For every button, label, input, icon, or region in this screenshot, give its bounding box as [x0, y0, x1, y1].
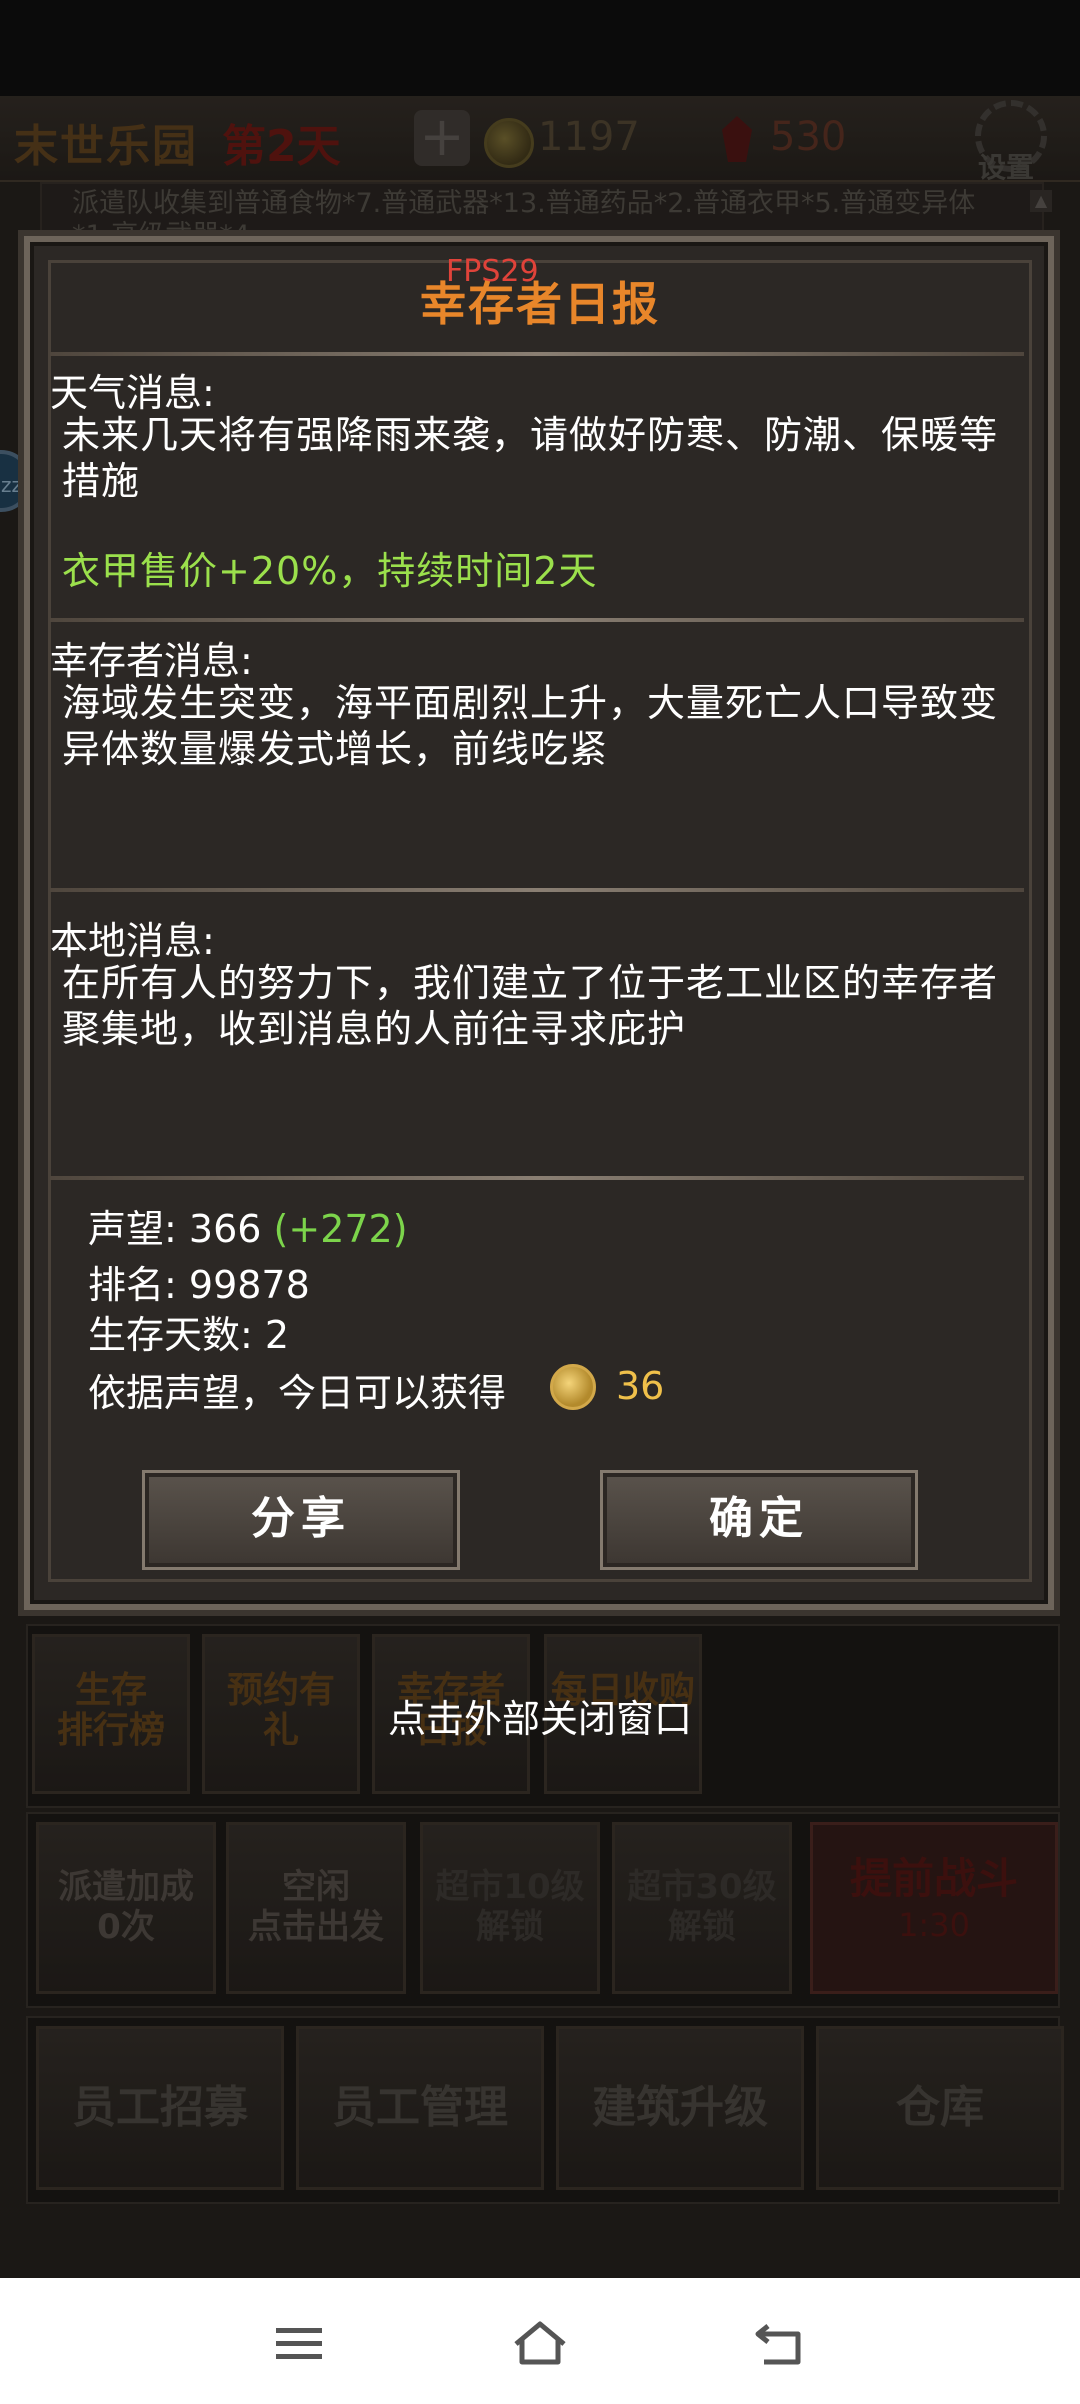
weather-heading: 天气消息: — [50, 371, 215, 415]
rank-stat: 排名: 99878 — [88, 1254, 310, 1309]
divider — [50, 1176, 1024, 1180]
reward-label: 依据声望，今日可以获得 — [88, 1371, 507, 1415]
survivor-heading: 幸存者消息: — [50, 639, 253, 683]
survival-days-stat: 生存天数: 2 — [88, 1304, 289, 1359]
divider — [50, 888, 1024, 892]
coin-icon — [550, 1364, 596, 1410]
rank-value: 99878 — [188, 1263, 310, 1307]
home-icon[interactable] — [510, 2318, 570, 2368]
local-heading: 本地消息: — [50, 919, 215, 963]
reputation-label: 声望: — [88, 1207, 177, 1251]
days-value: 2 — [264, 1313, 290, 1357]
rank-label: 排名: — [88, 1263, 177, 1307]
back-icon[interactable] — [750, 2318, 810, 2368]
reputation-gain: (+272) — [273, 1207, 408, 1251]
reward-value: 36 — [616, 1364, 665, 1408]
share-button[interactable]: 分享 — [142, 1470, 460, 1570]
weather-effect: 衣甲售价+20%，持续时间2天 — [62, 549, 598, 593]
reputation-value: 366 — [188, 1207, 262, 1251]
local-body: 在所有人的努力下，我们建立了位于老工业区的幸存者聚集地，收到消息的人前往寻求庇护 — [62, 961, 999, 1051]
divider — [50, 352, 1024, 356]
divider — [50, 618, 1024, 622]
menu-icon[interactable] — [270, 2318, 330, 2368]
days-label: 生存天数: — [88, 1313, 253, 1357]
close-hint: 点击外部关闭窗口 — [387, 1697, 692, 1741]
survivor-body: 海域发生突变，海平面剧烈上升，大量死亡人口导致变异体数量爆发式增长，前线吃紧 — [62, 681, 999, 771]
reputation-stat: 声望: 366 (+272) — [88, 1198, 408, 1253]
confirm-button[interactable]: 确定 — [600, 1470, 918, 1570]
weather-body: 未来几天将有强降雨来袭，请做好防寒、防潮、保暖等措施 — [62, 413, 999, 503]
dialog-title: 幸存者日报 — [420, 277, 660, 331]
